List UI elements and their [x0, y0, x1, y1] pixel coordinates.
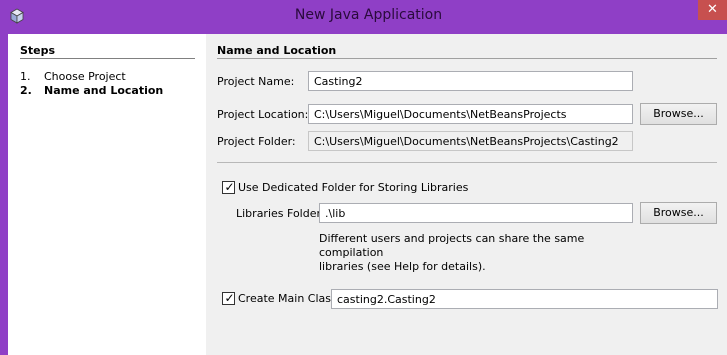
steps-panel: Steps 1. Choose Project 2. Name and Locati…	[8, 34, 206, 355]
check-mark-icon: ✓	[224, 291, 235, 305]
steps-divider	[20, 58, 195, 59]
project-folder-label: Project Folder:	[217, 135, 296, 148]
content-panel: Name and Location Project Name: Casting2…	[206, 34, 727, 355]
main-class-input[interactable]: casting2.Casting2	[331, 289, 718, 309]
window-title: New Java Application	[294, 7, 443, 23]
dedicated-folder-checkbox[interactable]: ✓	[222, 180, 235, 194]
window-frame	[0, 34, 8, 355]
section-divider	[217, 58, 717, 59]
libraries-folder-label: Libraries Folder:	[236, 207, 325, 220]
section-heading: Name and Location	[217, 44, 337, 57]
step-name-and-location: 2. Name and Location	[20, 84, 163, 97]
step-number: 1.	[20, 70, 31, 83]
step-number: 2.	[20, 84, 32, 97]
step-choose-project: 1. Choose Project	[20, 70, 126, 83]
project-location-label: Project Location:	[217, 108, 309, 121]
steps-heading: Steps	[20, 44, 56, 57]
help-line-1: Different users and projects can share t…	[319, 232, 585, 259]
project-name-label: Project Name:	[217, 75, 295, 88]
project-name-input[interactable]: Casting2	[308, 71, 633, 91]
libraries-help-text: Different users and projects can share t…	[319, 232, 629, 274]
help-line-2: libraries (see Help for details).	[319, 260, 486, 273]
title-bar: New Java Application ✕	[0, 0, 727, 34]
project-location-input[interactable]: C:\Users\Miguel\Documents\NetBeansProjec…	[308, 104, 633, 124]
project-folder-field: C:\Users\Miguel\Documents\NetBeansProjec…	[308, 131, 633, 151]
separator	[217, 162, 717, 163]
step-label: Choose Project	[44, 70, 126, 83]
create-main-class-label: Create Main Class	[238, 292, 337, 305]
step-label: Name and Location	[44, 84, 164, 97]
libraries-folder-input[interactable]: .\lib	[319, 203, 633, 223]
browse-libraries-button[interactable]: Browse...	[640, 202, 717, 224]
create-main-class-checkbox[interactable]: ✓	[222, 291, 235, 305]
check-mark-icon: ✓	[224, 180, 235, 194]
close-button[interactable]: ✕	[698, 0, 727, 20]
browse-location-button[interactable]: Browse...	[640, 103, 717, 125]
dedicated-folder-label: Use Dedicated Folder for Storing Librari…	[238, 181, 469, 194]
